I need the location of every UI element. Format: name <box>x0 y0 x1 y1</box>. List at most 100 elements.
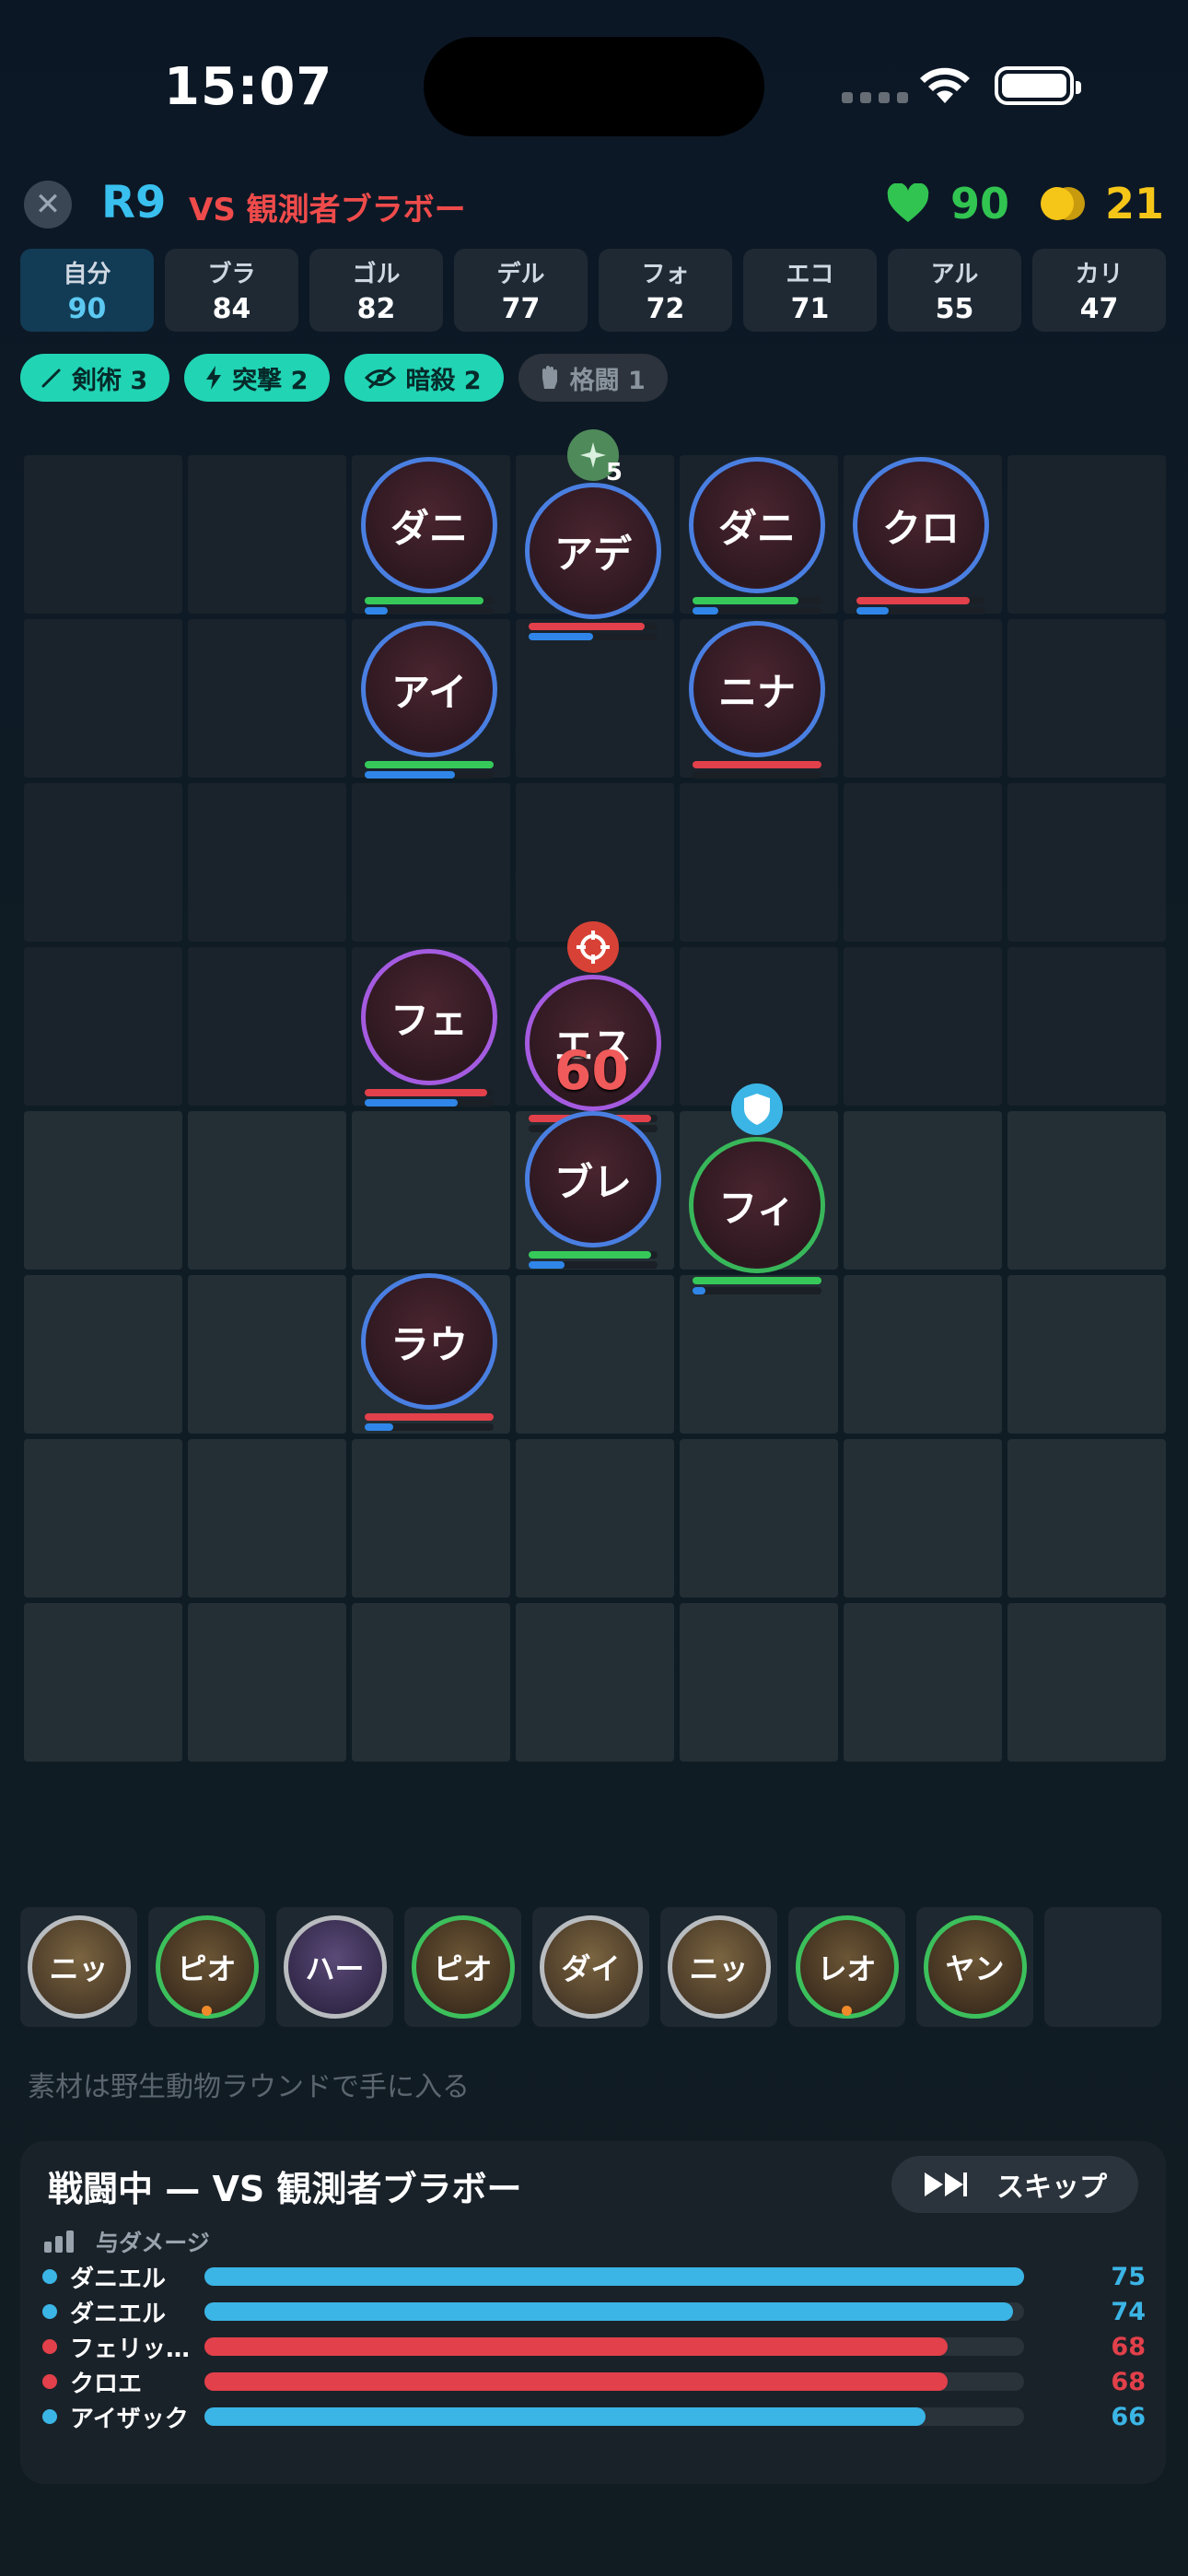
damage-bar <box>204 2407 1024 2426</box>
board-cell[interactable] <box>680 947 838 1106</box>
board-unit[interactable]: ニナ <box>689 621 825 757</box>
bench-unit[interactable]: ダイ <box>539 1915 643 2019</box>
board-cell[interactable] <box>188 455 346 614</box>
score-tab[interactable]: ゴル 82 <box>309 249 443 332</box>
board-cell[interactable] <box>1007 783 1166 942</box>
damage-row-value: 68 <box>1111 2332 1146 2361</box>
board-cell[interactable] <box>680 1275 838 1434</box>
mana-bar-fill <box>693 607 718 615</box>
board-cell[interactable] <box>24 947 182 1106</box>
board-unit[interactable]: フィ <box>689 1137 825 1273</box>
score-tab[interactable]: カリ 47 <box>1032 249 1166 332</box>
board-cell[interactable] <box>24 619 182 778</box>
board-cell[interactable] <box>1007 1275 1166 1434</box>
board-cell[interactable] <box>844 947 1002 1106</box>
bench-unit[interactable]: ヤン <box>923 1915 1027 2019</box>
unit-bars <box>693 1277 821 1297</box>
board-cell[interactable] <box>24 783 182 942</box>
board-cell[interactable] <box>1007 1439 1166 1598</box>
score-tab[interactable]: エコ 71 <box>743 249 877 332</box>
bench-slot[interactable]: レオ <box>788 1907 905 2027</box>
bench-unit[interactable]: ニッ <box>667 1915 771 2019</box>
bench-slot[interactable]: ピオ <box>404 1907 521 2027</box>
trait-chip-assassin[interactable]: 暗殺 2 <box>344 354 504 402</box>
board-cell[interactable] <box>516 783 674 942</box>
damage-row-value: 75 <box>1111 2262 1146 2291</box>
board-cell[interactable] <box>844 1111 1002 1270</box>
bar-chart-icon <box>44 2231 74 2253</box>
mana-bar-fill <box>529 633 593 640</box>
board-cell[interactable] <box>1007 455 1166 614</box>
bench-slot[interactable]: ニッ <box>20 1907 137 2027</box>
board-cell[interactable] <box>844 619 1002 778</box>
trait-chip-sword[interactable]: 剣術 3 <box>20 354 170 402</box>
board-cell[interactable] <box>516 1275 674 1434</box>
bench-slot[interactable]: ピオ <box>148 1907 265 2027</box>
board-unit[interactable]: ブレ <box>525 1111 661 1247</box>
bench-unit[interactable]: ハー <box>283 1915 387 2019</box>
board-cell[interactable] <box>188 1275 346 1434</box>
board-unit[interactable]: ダニ <box>689 457 825 593</box>
bench-slot[interactable]: ニッ <box>660 1907 777 2027</box>
board-cell[interactable] <box>188 783 346 942</box>
board-unit[interactable]: アイ <box>361 621 497 757</box>
board-cell[interactable] <box>24 1439 182 1598</box>
board-unit[interactable]: アデ <box>525 483 661 619</box>
bench-slot[interactable]: ハー <box>276 1907 393 2027</box>
close-button[interactable]: ✕ <box>24 181 72 228</box>
unit-bars <box>365 597 494 617</box>
board-cell[interactable] <box>516 1603 674 1762</box>
board-cell[interactable] <box>352 783 510 942</box>
bench-slot[interactable]: ダイ <box>532 1907 649 2027</box>
board-unit[interactable]: ダニ <box>361 457 497 593</box>
board-cell[interactable] <box>24 1111 182 1270</box>
score-tab-self[interactable]: 自分 90 <box>20 249 154 332</box>
board-cell[interactable] <box>844 783 1002 942</box>
board-cell[interactable] <box>188 619 346 778</box>
board-cell[interactable] <box>352 1111 510 1270</box>
bench-unit[interactable]: レオ <box>795 1915 899 2019</box>
board-cell[interactable] <box>680 783 838 942</box>
board-cell[interactable] <box>352 1439 510 1598</box>
board-cell[interactable] <box>24 1275 182 1434</box>
board-cell[interactable] <box>24 1603 182 1762</box>
board-cell[interactable] <box>1007 619 1166 778</box>
board-unit[interactable]: フェ <box>361 949 497 1085</box>
board-cell[interactable] <box>844 1439 1002 1598</box>
board-cell[interactable] <box>188 1111 346 1270</box>
damage-row-name: ダニエル <box>70 2300 167 2328</box>
trait-chip-charge[interactable]: 突撃 2 <box>184 354 331 402</box>
board-unit[interactable]: ラウ <box>361 1273 497 1410</box>
health-bar-fill <box>693 1277 821 1284</box>
board-unit[interactable]: クロ <box>853 457 989 593</box>
board-cell[interactable] <box>680 1439 838 1598</box>
board-cell[interactable] <box>188 1439 346 1598</box>
board-cell[interactable] <box>516 1439 674 1598</box>
damage-row: ダニエル 75 <box>42 2259 1147 2294</box>
board-cell[interactable] <box>352 1603 510 1762</box>
board-cell[interactable] <box>188 1603 346 1762</box>
score-tab[interactable]: ブラ 84 <box>165 249 298 332</box>
board-cell[interactable] <box>1007 947 1166 1106</box>
score-value: 90 <box>67 293 107 325</box>
unit-name: フィ <box>718 1185 796 1231</box>
team-dot <box>42 2339 57 2354</box>
damage-row: フェリッ… 68 <box>42 2329 1147 2364</box>
board-cell[interactable] <box>1007 1603 1166 1762</box>
bench-unit[interactable]: ニッ <box>27 1915 131 2019</box>
board-cell[interactable] <box>188 947 346 1106</box>
score-tab[interactable]: デル 77 <box>454 249 588 332</box>
board-cell[interactable] <box>24 455 182 614</box>
bench-unit[interactable]: ピオ <box>411 1915 515 2019</box>
bench-unit[interactable]: ピオ <box>155 1915 259 2019</box>
board-cell[interactable] <box>1007 1111 1166 1270</box>
trait-chip-brawler[interactable]: 格闘 1 <box>518 354 668 402</box>
score-tab[interactable]: フォ 72 <box>599 249 732 332</box>
skip-button[interactable]: スキップ <box>891 2156 1138 2213</box>
score-tab[interactable]: アル 55 <box>888 249 1021 332</box>
bench-slot-empty[interactable] <box>1044 1907 1161 2027</box>
board-cell[interactable] <box>680 1603 838 1762</box>
board-cell[interactable] <box>844 1603 1002 1762</box>
bench-slot[interactable]: ヤン <box>916 1907 1033 2027</box>
board-cell[interactable] <box>844 1275 1002 1434</box>
